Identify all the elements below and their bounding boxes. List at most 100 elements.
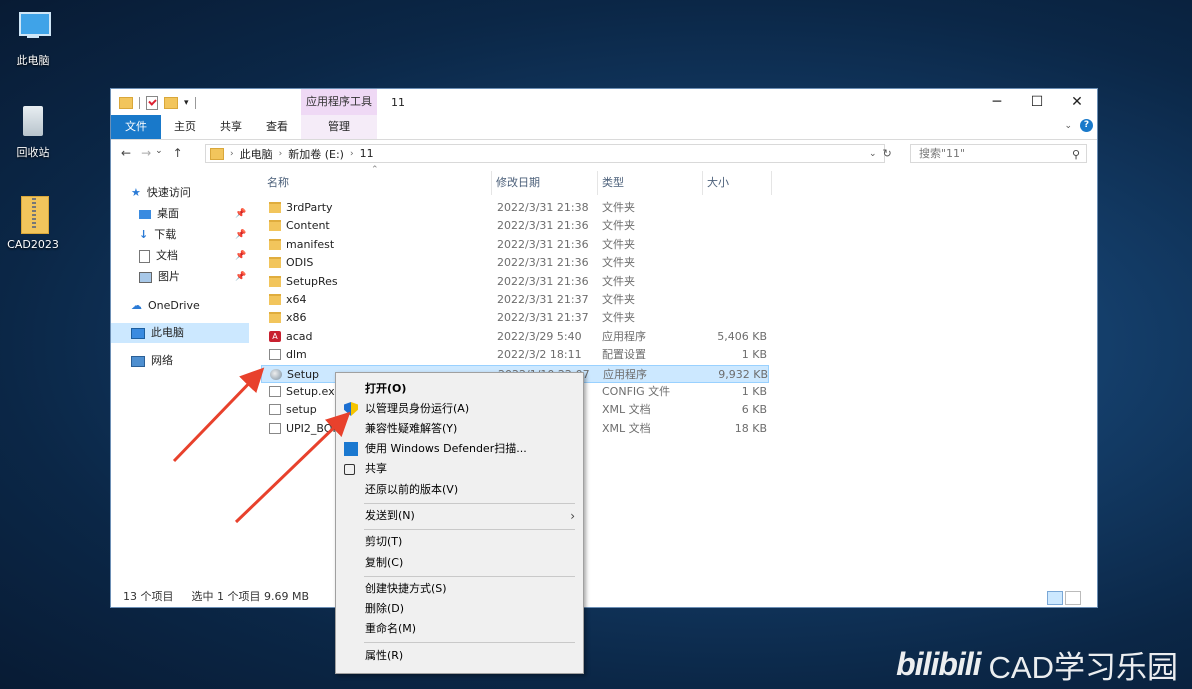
menu-label: 还原以前的版本(V) [365,483,459,496]
close-button[interactable]: ✕ [1057,89,1097,115]
menu-item-copy[interactable]: 复制(C) [336,553,583,573]
menu-label: 重命名(M) [365,622,417,635]
menu-label: 使用 Windows Defender扫描... [365,442,527,455]
tab-view[interactable]: 查看 [255,115,299,139]
large-icons-view-icon[interactable] [1065,591,1081,605]
expand-ribbon-icon[interactable]: ⌄ [1064,121,1072,131]
file-row[interactable]: manifest 2022/3/31 21:36 文件夹 [261,236,769,254]
column-divider[interactable] [702,171,703,195]
menu-label: 发送到(N) [365,509,415,522]
nav-item-desktop[interactable]: 桌面 📌 [139,204,246,224]
tab-home[interactable]: 主页 [163,115,207,139]
file-row[interactable]: x64 2022/3/31 21:37 文件夹 [261,291,769,309]
column-divider[interactable] [491,171,492,195]
file-name: Setup.exe [286,385,342,398]
address-bar[interactable]: › 此电脑 › 新加卷 (E:) › 11 [205,144,885,163]
file-row[interactable]: Content 2022/3/31 21:36 文件夹 [261,217,769,235]
menu-label: 剪切(T) [365,535,403,548]
column-header-name[interactable]: 名称 [267,171,289,195]
folder-icon [269,220,281,232]
folder-icon [269,312,281,324]
nav-network[interactable]: 网络 [131,351,173,371]
share-icon [344,464,355,475]
menu-item-properties[interactable]: 属性(R) [336,646,583,666]
menu-item-share[interactable]: 共享 [336,459,583,479]
download-icon: ↓ [139,228,149,241]
folder-icon [269,202,281,213]
column-header-date[interactable]: 修改日期 [496,171,540,195]
file-type: 文件夹 [602,237,635,251]
back-icon[interactable]: ← [121,146,131,160]
pin-icon: 📌 [235,272,247,282]
menu-item-delete[interactable]: 删除(D) [336,599,583,619]
forward-icon[interactable]: → [141,146,151,160]
new-folder-icon[interactable] [164,97,178,109]
desktop-icon-this-pc[interactable]: 此电脑 [0,8,68,68]
file-row[interactable]: Aacad 2022/3/29 5:40 应用程序 5,406 KB [261,328,769,346]
nav-this-pc[interactable]: 此电脑 [111,323,249,343]
document-icon [139,249,150,263]
desktop-icon-label: CAD2023 [7,238,59,251]
file-type: 文件夹 [602,293,635,306]
nav-item-downloads[interactable]: ↓ 下载 📌 [139,225,246,245]
column-header-size[interactable]: 大小 [707,171,729,195]
breadcrumb-this-pc[interactable]: 此电脑 [240,146,273,162]
search-input[interactable]: 搜索"11" ⚲ [910,144,1087,163]
menu-item-send-to[interactable]: 发送到(N) › [336,506,583,526]
file-name: Setup [287,367,320,381]
selection-info: 选中 1 个项目 9.69 MB [191,590,310,603]
file-row[interactable]: ODIS 2022/3/31 21:36 文件夹 [261,254,769,272]
file-date: 2022/3/2 18:11 [497,348,582,362]
desktop-icon-cad2023[interactable]: CAD2023 [0,194,68,251]
address-dropdown-icon[interactable]: ⌄ [869,149,877,159]
file-name: dlm [286,348,307,362]
tab-file[interactable]: 文件 [111,115,161,139]
tab-share[interactable]: 共享 [209,115,253,139]
properties-check-icon[interactable] [146,96,158,110]
search-icon: ⚲ [1071,148,1080,161]
desktop-icon-recycle-bin[interactable]: 回收站 [0,100,68,160]
breadcrumb-drive[interactable]: 新加卷 (E:) [288,146,344,162]
menu-item-run-as-admin[interactable]: 以管理员身份运行(A) [336,399,583,419]
file-date: 2022/3/31 21:36 [497,219,589,233]
menu-separator [364,529,575,530]
chevron-right-icon: › [278,148,283,159]
file-icon [269,349,281,361]
file-row[interactable]: SetupRes 2022/3/31 21:36 文件夹 [261,273,769,291]
menu-item-compatibility[interactable]: 兼容性疑难解答(Y) [336,419,583,439]
nav-onedrive[interactable]: ☁ OneDrive [131,296,200,316]
up-icon[interactable]: ↑ [173,146,183,160]
menu-item-open[interactable]: 打开(O) [336,379,583,399]
file-icon [269,386,281,397]
column-divider[interactable] [771,171,772,195]
file-name: x86 [286,311,307,325]
menu-item-defender-scan[interactable]: 使用 Windows Defender扫描... [336,439,583,459]
nav-item-documents[interactable]: 文档 📌 [139,246,246,266]
nav-quick-access[interactable]: ★ 快速访问 [131,183,191,203]
file-row[interactable]: x86 2022/3/31 21:37 文件夹 [261,309,769,327]
recent-locations-icon[interactable]: ⌄ [155,146,163,160]
nav-item-pictures[interactable]: 图片 📌 [139,267,246,287]
help-icon[interactable]: ? [1080,119,1093,132]
setup-icon [270,368,282,380]
file-type: XML 文档 [602,421,651,435]
menu-item-rename[interactable]: 重命名(M) [336,619,583,639]
folder-icon [210,147,224,160]
column-header-type[interactable]: 类型 [602,171,624,195]
file-row[interactable]: 3rdParty 2022/3/31 21:38 文件夹 [261,199,769,217]
file-type: 文件夹 [602,274,635,288]
breadcrumb-folder[interactable]: 11 [360,147,374,160]
column-divider[interactable] [597,171,598,195]
menu-item-restore-versions[interactable]: 还原以前的版本(V) [336,480,583,500]
folder-icon [269,275,281,287]
qat-dropdown-icon[interactable]: ▾ [184,98,189,108]
file-type: 文件夹 [602,256,635,270]
tab-manage[interactable]: 管理 [301,115,377,139]
minimize-button[interactable]: ─ [977,89,1017,115]
refresh-icon[interactable]: ↻ [883,147,892,160]
file-row[interactable]: dlm 2022/3/2 18:11 配置设置 1 KB [261,346,769,364]
menu-item-create-shortcut[interactable]: 创建快捷方式(S) [336,579,583,599]
maximize-button[interactable]: ☐ [1017,89,1057,115]
details-view-icon[interactable] [1047,591,1063,605]
menu-item-cut[interactable]: 剪切(T) [336,532,583,552]
